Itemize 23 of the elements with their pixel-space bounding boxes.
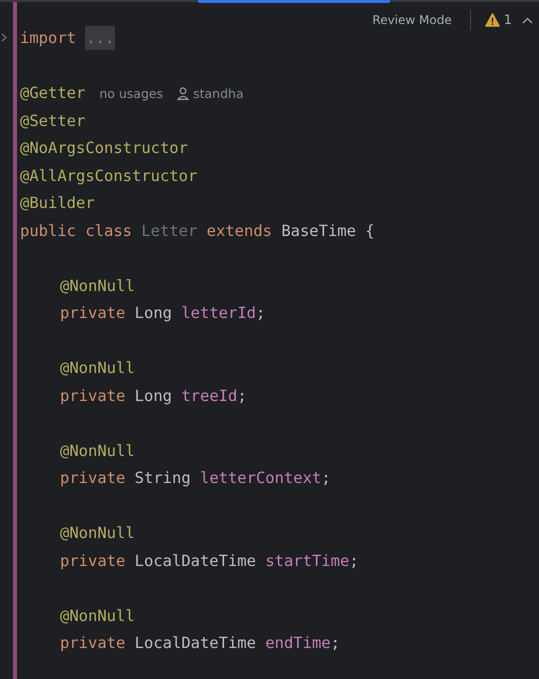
code-line: private LocalDateTime endTime; bbox=[60, 633, 340, 654]
code-line: private Long treeId; bbox=[60, 386, 247, 406]
code-line: @AllArgsConstructor bbox=[20, 166, 198, 186]
code-line: @NonNull bbox=[60, 440, 135, 462]
code-line: @Builder bbox=[20, 193, 95, 214]
code-editor[interactable] bbox=[0, 0, 539, 679]
review-mode-button[interactable]: Review Mode bbox=[372, 13, 470, 27]
author-hint[interactable]: standha bbox=[177, 86, 244, 102]
code-line: @NonNull bbox=[60, 276, 135, 296]
code-line: @Setter bbox=[20, 110, 86, 132]
code-line: @NoArgsConstructor bbox=[20, 138, 188, 159]
code-line: public class Letter extends BaseTime { bbox=[20, 220, 375, 242]
person-icon bbox=[177, 87, 190, 100]
code-line: private String letterContext; bbox=[60, 468, 331, 489]
code-line: @NonNull bbox=[60, 523, 135, 544]
code-line: import ... bbox=[20, 25, 116, 52]
usages-hint[interactable]: no usages bbox=[99, 86, 164, 102]
code-line: @NonNull bbox=[60, 358, 135, 379]
code-line: @NonNull bbox=[60, 606, 135, 626]
caret-up-icon[interactable] bbox=[522, 16, 533, 24]
code-line: @Getter bbox=[20, 83, 86, 104]
code-line: private Long letterId; bbox=[60, 303, 266, 324]
code-line: private LocalDateTime startTime; bbox=[60, 550, 359, 572]
